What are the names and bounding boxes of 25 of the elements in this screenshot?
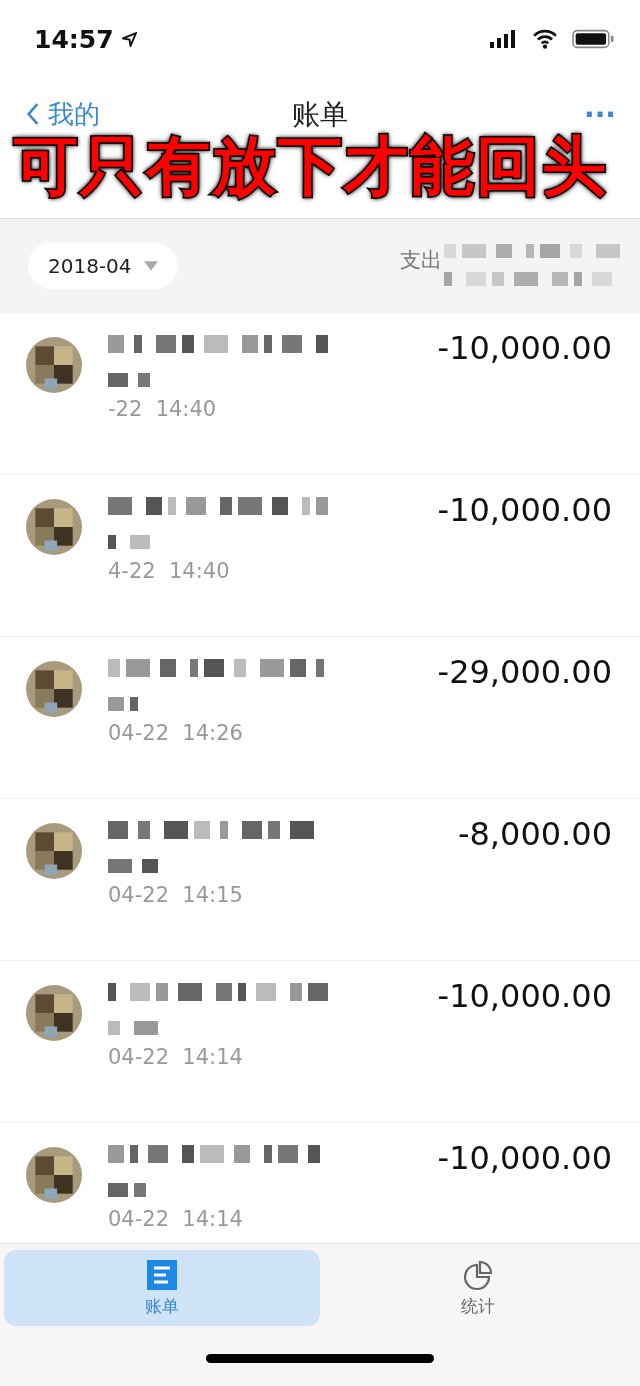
transaction-amount: -10,000.00 — [437, 329, 612, 367]
tab[interactable]: 账单 — [4, 1250, 320, 1326]
transaction-amount: -29,000.00 — [437, 653, 612, 691]
transaction-amount: -8,000.00 — [457, 815, 612, 853]
transaction-time: 04-22 14:14 — [108, 1045, 244, 1069]
transaction-amount: -10,000.00 — [437, 491, 612, 529]
transaction-amount: -10,000.00 — [437, 1139, 612, 1177]
location-arrow-icon — [121, 31, 137, 47]
tab[interactable]: 统计 — [320, 1250, 636, 1326]
pie-chart-icon — [462, 1258, 494, 1291]
status-time: 14:57 — [34, 24, 114, 54]
transaction-amount: -10,000.00 — [437, 977, 612, 1015]
transaction-time: 04-22 14:26 — [108, 721, 244, 745]
battery-icon — [572, 29, 614, 49]
wifi-icon — [532, 29, 558, 49]
signal-icon — [490, 30, 518, 48]
chevron-left-icon — [26, 102, 40, 126]
transaction-time: 04-22 14:14 — [108, 1207, 244, 1231]
transaction-time: 4-22 14:40 — [108, 559, 231, 583]
expense-label: 支出 — [400, 247, 442, 274]
transaction-time: 04-22 14:15 — [108, 883, 244, 907]
document-icon — [146, 1258, 178, 1291]
transaction-time: -22 14:40 — [108, 397, 218, 421]
caret-down-icon — [143, 261, 158, 271]
month-picker[interactable]: 2018-04 — [28, 243, 178, 289]
